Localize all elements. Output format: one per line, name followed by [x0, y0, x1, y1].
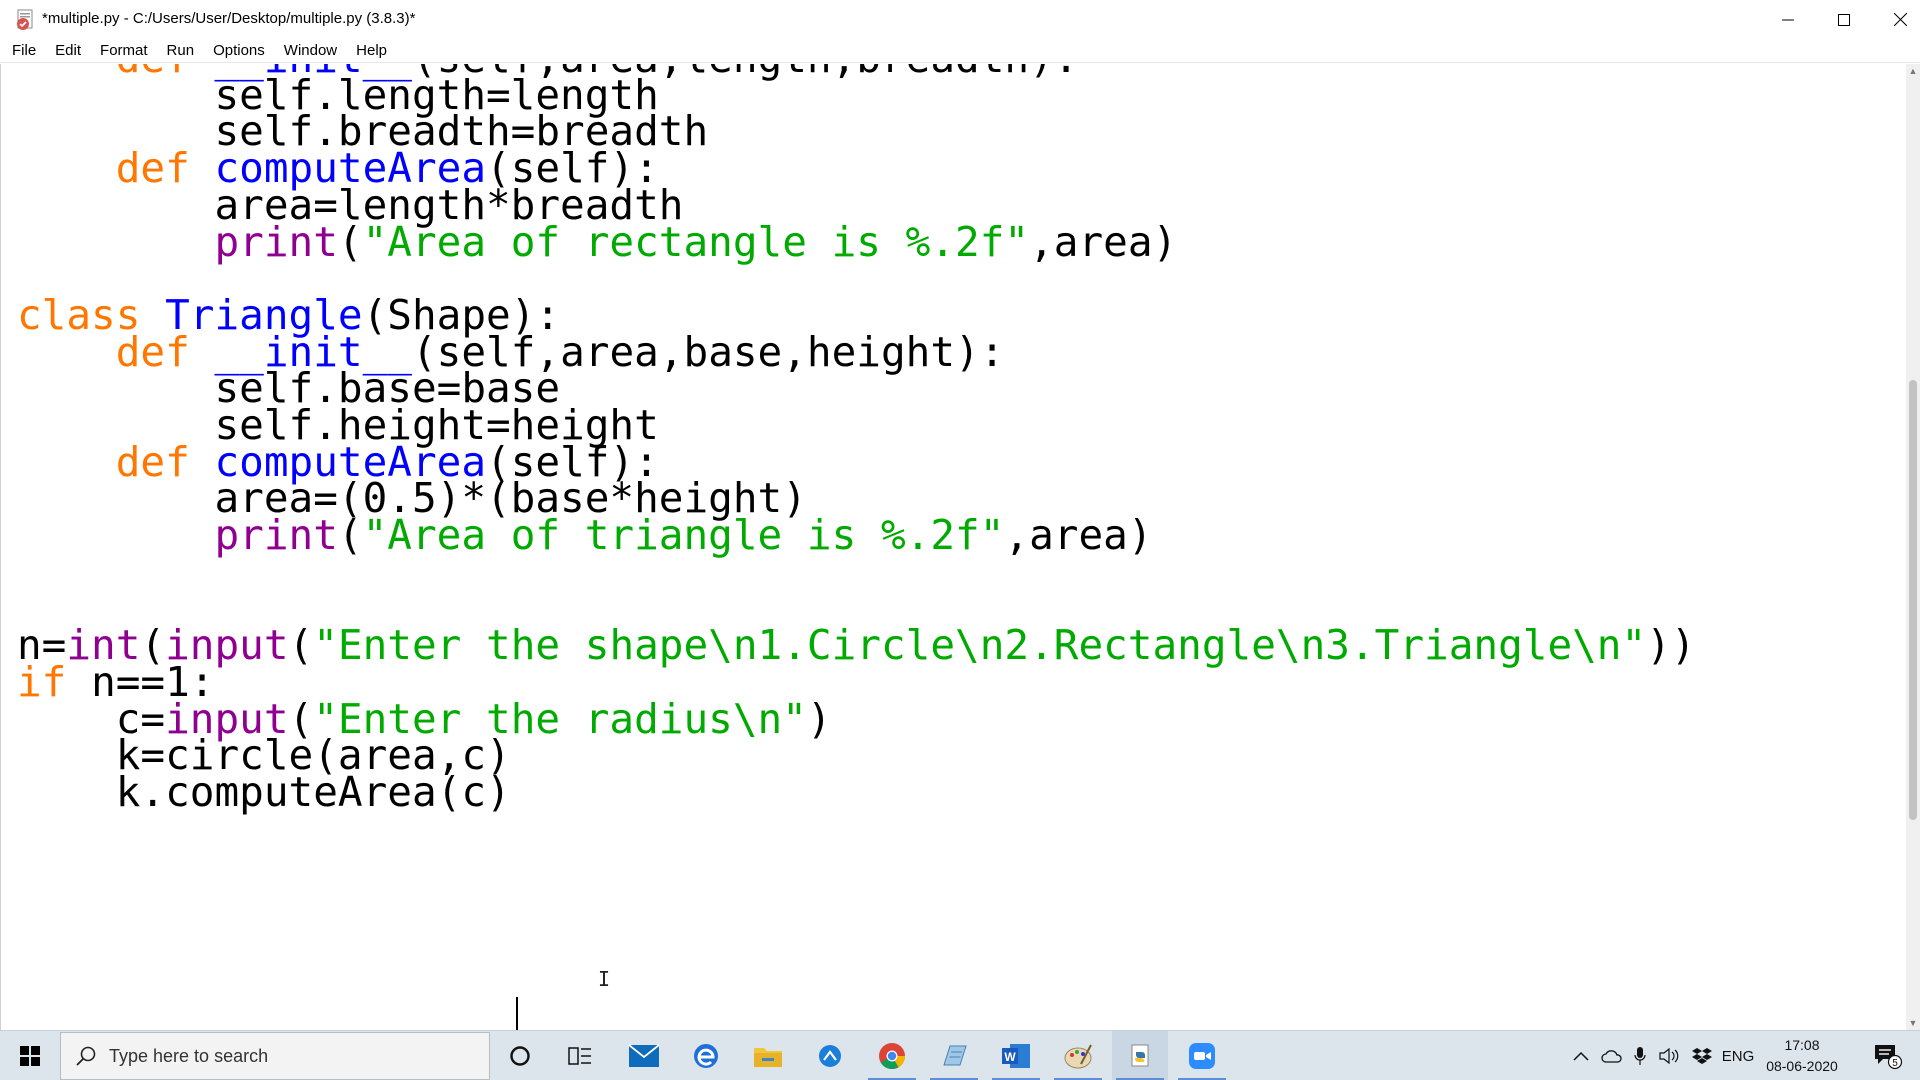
title-bar: *multiple.py - C:/Users/User/Desktop/mul…: [0, 0, 1920, 39]
paint-button[interactable]: [1050, 1031, 1106, 1080]
taskbar-search-box[interactable]: Type here to search: [60, 1032, 490, 1080]
code-line: print("Area of rectangle is %.2f",area): [17, 217, 1178, 266]
menu-options[interactable]: Options: [210, 40, 268, 61]
search-icon: [75, 1045, 97, 1067]
code-line: k.computeArea(c): [17, 770, 511, 815]
menu-window[interactable]: Window: [281, 40, 340, 61]
code-token: print: [214, 511, 338, 560]
code-line: print("Area of triangle is %.2f",area): [17, 511, 1153, 560]
mail-icon: [628, 1044, 660, 1067]
word-button[interactable]: W: [988, 1031, 1044, 1080]
close-icon: [1893, 13, 1907, 26]
vertical-scrollbar[interactable]: ▲ ▼: [1906, 64, 1920, 1030]
code-token: ): [806, 694, 832, 743]
chrome-button[interactable]: [864, 1031, 920, 1080]
mail-button[interactable]: [616, 1031, 672, 1080]
notepad-button[interactable]: [926, 1031, 982, 1080]
file-explorer-icon: [754, 1048, 782, 1067]
menu-format[interactable]: Format: [97, 40, 151, 61]
edge-icon: [694, 1044, 718, 1068]
action-center-button[interactable]: 5: [1866, 1031, 1910, 1080]
onedrive-tray[interactable]: [1598, 1031, 1626, 1080]
start-button[interactable]: [0, 1031, 60, 1080]
input-language[interactable]: ENG: [1718, 1031, 1758, 1080]
microphone-icon: [1634, 1047, 1646, 1065]
code-token: "Area of rectangle is %.2f": [362, 217, 1030, 266]
paint-icon: [1064, 1044, 1092, 1069]
windows-start-icon: [20, 1046, 40, 1066]
speaker-icon: [1659, 1048, 1679, 1064]
maximize-button[interactable]: [1816, 0, 1872, 39]
clock-date: 08-06-2020: [1766, 1058, 1838, 1074]
code-token: "Enter the shape\n1.Circle\n2.Rectangle\…: [313, 621, 1647, 670]
code-token: )): [1646, 621, 1696, 670]
system-clock[interactable]: 17:08 08-06-2020: [1760, 1035, 1844, 1077]
clock-time: 17:08: [1784, 1037, 1820, 1053]
show-hidden-icons-button[interactable]: [1568, 1031, 1594, 1080]
menu-edit[interactable]: Edit: [52, 40, 84, 61]
dropbox-tray[interactable]: [1688, 1031, 1716, 1080]
menu-help[interactable]: Help: [353, 40, 390, 61]
scroll-up-arrow-icon[interactable]: ▲: [1906, 64, 1920, 78]
code-token: "Area of triangle is %.2f": [362, 511, 1005, 560]
task-view-button[interactable]: [552, 1031, 608, 1080]
cloud-icon: [1601, 1050, 1622, 1063]
scrollbar-thumb[interactable]: [1909, 380, 1917, 820]
maximize-icon: [1838, 13, 1850, 26]
scroll-down-arrow-icon[interactable]: ▼: [1906, 1016, 1920, 1030]
notification-count: 5: [1892, 1058, 1898, 1069]
minimize-icon: [1782, 19, 1794, 20]
app-button[interactable]: [802, 1031, 858, 1080]
menu-bar: File Edit Format Run Options Window Help: [0, 39, 1920, 63]
taskbar: Type here to search W ENG 17:08 08-06-20…: [0, 1030, 1920, 1080]
search-placeholder: Type here to search: [109, 1045, 269, 1066]
notepad-icon: [943, 1045, 967, 1066]
code-token: (: [337, 511, 363, 560]
edge-button[interactable]: [678, 1031, 734, 1080]
app-icon: [819, 1045, 841, 1067]
menu-file[interactable]: File: [9, 40, 39, 61]
close-button[interactable]: [1872, 0, 1920, 39]
text-caret: [516, 997, 518, 1030]
notification-icon: 5: [1875, 1045, 1903, 1070]
code-token: ,area): [1029, 217, 1178, 266]
chrome-icon: [879, 1043, 906, 1070]
minimize-button[interactable]: [1760, 0, 1816, 39]
svg-text:W: W: [1004, 1050, 1016, 1064]
code-token: print: [214, 217, 338, 266]
microphone-tray[interactable]: [1628, 1031, 1652, 1080]
window-title: *multiple.py - C:/Users/User/Desktop/mul…: [42, 10, 416, 27]
code-token: (: [337, 217, 363, 266]
file-explorer-button[interactable]: [740, 1031, 796, 1080]
chevron-up-icon: [1573, 1051, 1589, 1061]
code-token: ,area): [1004, 511, 1153, 560]
python-idle-button[interactable]: [1112, 1031, 1168, 1080]
code-editor[interactable]: def __init__(self,area,length,breadth): …: [0, 64, 1906, 1030]
zoom-button[interactable]: [1174, 1031, 1230, 1080]
cortana-button[interactable]: [492, 1031, 548, 1080]
dropbox-icon: [1692, 1048, 1712, 1064]
code-token: k.computeArea(c): [17, 768, 511, 816]
task-view-icon: [568, 1047, 591, 1065]
zoom-icon: [1189, 1043, 1215, 1069]
volume-tray[interactable]: [1656, 1031, 1684, 1080]
cortana-icon: [510, 1046, 530, 1066]
code-token: (: [288, 621, 314, 670]
python-idle-icon: [17, 9, 33, 30]
ibeam-cursor-icon: I: [598, 967, 611, 991]
python-idle-icon: [1131, 1044, 1149, 1067]
word-icon: W: [1002, 1044, 1030, 1068]
code-line: n=int(input("Enter the shape\n1.Circle\n…: [17, 623, 1696, 668]
menu-run[interactable]: Run: [164, 40, 198, 61]
